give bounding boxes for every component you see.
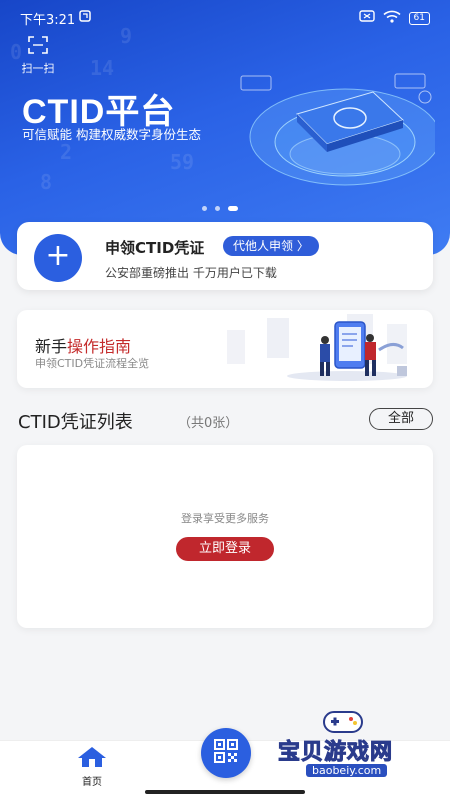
gamepad-icon	[323, 711, 363, 733]
home-icon	[77, 747, 107, 772]
show-all-button[interactable]: 全部	[369, 408, 433, 430]
nav-home-label: 首页	[82, 777, 102, 788]
carousel-dot-active[interactable]	[228, 206, 238, 211]
status-bar: 下午3:21 61	[20, 8, 430, 28]
guide-title-part1: 新手	[35, 337, 68, 356]
beginner-guide-card[interactable]: 新手操作指南 申领CTID凭证流程全览	[17, 310, 433, 388]
login-button[interactable]: 立即登录	[176, 537, 274, 561]
credential-list-empty-card: 登录享受更多服务 立即登录	[17, 445, 433, 628]
battery-indicator: 61	[408, 11, 430, 25]
scan-button[interactable]: 扫一扫	[18, 36, 58, 76]
decorative-number: 59	[170, 150, 195, 174]
guide-illustration	[227, 314, 407, 381]
guide-title: 新手操作指南	[35, 333, 131, 357]
carousel-indicator[interactable]	[202, 206, 238, 211]
plus-icon: +	[45, 238, 71, 273]
decorative-number: 14	[90, 56, 115, 80]
add-credential-button[interactable]: +	[34, 234, 82, 282]
home-indicator[interactable]	[145, 790, 305, 794]
qr-code-icon	[213, 738, 239, 768]
decorative-number: 2	[60, 140, 73, 164]
credential-count: （共0张）	[178, 416, 239, 431]
wifi-icon	[383, 10, 401, 27]
hero-banner[interactable]: 0 14 9 59 8 2 下午3:21 61 扫一扫 CTID平台 可信赋能 …	[0, 0, 450, 255]
apply-description: 公安部重磅推出 千万用户已下载	[105, 266, 277, 280]
scan-icon	[28, 36, 48, 58]
sim-icon	[358, 10, 375, 26]
apply-ctid-card[interactable]: + 申领CTID凭证 代他人申领 〉 公安部重磅推出 千万用户已下载	[17, 222, 433, 290]
guide-title-part2: 操作指南	[67, 337, 132, 356]
notification-icon	[79, 10, 91, 26]
nav-home[interactable]: 首页	[72, 746, 112, 788]
apply-title: 申领CTID凭证	[105, 239, 205, 257]
watermark-title: 宝贝游戏网	[277, 740, 394, 766]
guide-description: 申领CTID凭证流程全览	[35, 357, 150, 370]
scan-label: 扫一扫	[21, 62, 55, 75]
login-hint: 登录享受更多服务	[181, 512, 269, 525]
watermark-logo: 宝贝游戏网 baobeiy.com	[270, 706, 440, 790]
qr-code-button[interactable]	[201, 728, 251, 778]
watermark-url: baobeiy.com	[306, 764, 388, 777]
status-time: 下午3:21	[20, 12, 76, 28]
apply-for-others-button[interactable]: 代他人申领 〉	[223, 236, 319, 256]
decorative-number: 8	[40, 170, 53, 194]
credential-list-title: CTID凭证列表	[18, 412, 133, 433]
carousel-dot[interactable]	[202, 206, 207, 211]
hero-subtitle: 可信赋能 构建权威数字身份生态	[22, 127, 201, 142]
ctid-platform-illustration	[240, 73, 435, 186]
carousel-dot[interactable]	[215, 206, 220, 211]
